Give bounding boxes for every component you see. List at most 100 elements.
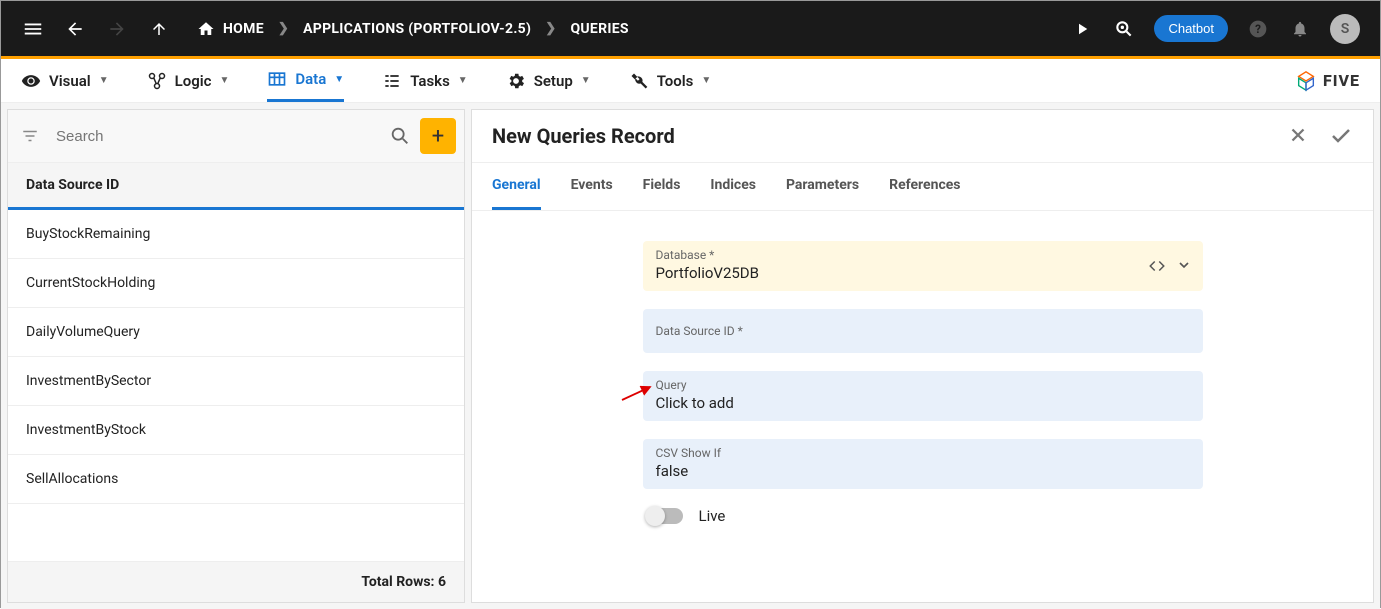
chevron-down-icon: ▼: [581, 75, 591, 86]
body: + Data Source ID BuyStockRemaining Curre…: [1, 103, 1380, 609]
chevron-down-icon: ▼: [99, 75, 109, 86]
tab-logic[interactable]: Logic ▼: [147, 59, 230, 102]
list-item[interactable]: BuyStockRemaining: [8, 210, 464, 259]
live-toggle-row: Live: [643, 507, 1203, 525]
database-field-actions: [1148, 257, 1192, 275]
chevron-down-icon: ▼: [458, 75, 468, 86]
list-column-header[interactable]: Data Source ID: [8, 163, 464, 210]
form-header: New Queries Record: [472, 110, 1373, 163]
form-title: New Queries Record: [492, 124, 675, 148]
avatar[interactable]: S: [1330, 14, 1360, 44]
list-footer: Total Rows: 6: [8, 561, 464, 602]
tab-visual-label: Visual: [49, 72, 91, 90]
add-button[interactable]: +: [420, 118, 456, 154]
breadcrumb-app-label: APPLICATIONS (PORTFOLIOV-2.5): [303, 21, 531, 37]
breadcrumb-page-label: QUERIES: [570, 21, 628, 37]
chevron-down-icon: ▼: [219, 75, 229, 86]
tab-visual[interactable]: Visual ▼: [21, 59, 109, 102]
datasource-field[interactable]: Data Source ID *: [643, 309, 1203, 353]
query-value: Click to add: [656, 394, 1190, 412]
plus-icon: +: [432, 124, 444, 149]
tab-setup[interactable]: Setup ▼: [506, 59, 591, 102]
toggle-knob: [645, 506, 665, 526]
chevron-down-icon[interactable]: [1176, 257, 1192, 275]
tab-data-label: Data: [295, 70, 326, 88]
datasource-label: Data Source ID *: [656, 324, 1190, 338]
database-value: PortfolioV25DB: [656, 264, 1190, 282]
tab-logic-label: Logic: [175, 72, 212, 90]
breadcrumb-home-label: HOME: [223, 21, 264, 37]
chevron-right-icon: ❯: [545, 21, 556, 36]
form-header-actions: [1287, 124, 1353, 148]
form-fields: Database * PortfolioV25DB Data Source ID…: [643, 241, 1203, 572]
tab-events[interactable]: Events: [571, 163, 613, 210]
logo-icon: [1295, 70, 1317, 92]
play-icon[interactable]: [1070, 17, 1094, 41]
tab-tasks-label: Tasks: [410, 72, 450, 90]
tab-parameters[interactable]: Parameters: [786, 163, 859, 210]
logo-text: FIVE: [1323, 71, 1360, 90]
form-tabs: General Events Fields Indices Parameters…: [472, 163, 1373, 211]
tab-indices[interactable]: Indices: [710, 163, 756, 210]
database-label: Database *: [656, 248, 1190, 262]
tasks-icon: [382, 71, 402, 91]
csv-label: CSV Show If: [656, 446, 1190, 460]
topbar-left: HOME ❯ APPLICATIONS (PORTFOLIOV-2.5) ❯ Q…: [21, 17, 629, 41]
forward-icon: [105, 17, 129, 41]
tab-tools[interactable]: Tools ▼: [629, 59, 712, 102]
chatbot-button[interactable]: Chatbot: [1154, 15, 1228, 42]
search-input[interactable]: [50, 122, 380, 151]
live-toggle[interactable]: [647, 508, 683, 524]
search-global-icon[interactable]: [1112, 17, 1136, 41]
list-item[interactable]: SellAllocations: [8, 455, 464, 504]
right-pane: New Queries Record General Events Fields…: [471, 109, 1374, 603]
csv-field[interactable]: CSV Show If false: [643, 439, 1203, 489]
eye-icon: [21, 71, 41, 91]
home-icon: [197, 20, 215, 38]
table-icon: [267, 69, 287, 89]
breadcrumb: HOME ❯ APPLICATIONS (PORTFOLIOV-2.5) ❯ Q…: [197, 20, 629, 38]
topbar-right: Chatbot ? S: [1070, 14, 1360, 44]
tab-tools-label: Tools: [657, 72, 694, 90]
gear-icon: [506, 71, 526, 91]
list-item[interactable]: InvestmentByStock: [8, 406, 464, 455]
topbar: HOME ❯ APPLICATIONS (PORTFOLIOV-2.5) ❯ Q…: [1, 1, 1380, 56]
chevron-down-icon: ▼: [334, 74, 344, 85]
tab-setup-label: Setup: [534, 72, 573, 90]
tab-references[interactable]: References: [889, 163, 960, 210]
csv-value: false: [656, 462, 1190, 480]
bell-icon[interactable]: [1288, 17, 1312, 41]
code-icon[interactable]: [1148, 257, 1166, 275]
list-item[interactable]: DailyVolumeQuery: [8, 308, 464, 357]
tab-general[interactable]: General: [492, 163, 541, 210]
logo: FIVE: [1295, 70, 1360, 92]
logic-icon: [147, 71, 167, 91]
list-item[interactable]: InvestmentBySector: [8, 357, 464, 406]
breadcrumb-home[interactable]: HOME: [197, 20, 264, 38]
query-label: Query: [656, 378, 1190, 392]
svg-text:?: ?: [1255, 22, 1261, 36]
tab-fields[interactable]: Fields: [643, 163, 681, 210]
tab-tasks[interactable]: Tasks ▼: [382, 59, 468, 102]
menu-icon[interactable]: [21, 17, 45, 41]
search-icon[interactable]: [386, 125, 414, 147]
main-tabs: Visual ▼ Logic ▼ Data ▼ Tasks ▼ Setup ▼ …: [1, 59, 1380, 103]
back-icon[interactable]: [63, 17, 87, 41]
tab-data[interactable]: Data ▼: [267, 59, 344, 102]
close-icon[interactable]: [1287, 124, 1309, 148]
search-row: +: [8, 110, 464, 163]
live-label: Live: [699, 507, 726, 525]
tools-icon: [629, 71, 649, 91]
breadcrumb-app[interactable]: APPLICATIONS (PORTFOLIOV-2.5): [303, 21, 531, 37]
query-field[interactable]: Query Click to add: [643, 371, 1203, 421]
check-icon[interactable]: [1329, 124, 1353, 148]
help-icon[interactable]: ?: [1246, 17, 1270, 41]
filter-icon[interactable]: [16, 127, 44, 145]
left-pane: + Data Source ID BuyStockRemaining Curre…: [7, 109, 465, 603]
breadcrumb-page[interactable]: QUERIES: [570, 21, 628, 37]
list-item[interactable]: CurrentStockHolding: [8, 259, 464, 308]
chevron-down-icon: ▼: [701, 75, 711, 86]
database-field[interactable]: Database * PortfolioV25DB: [643, 241, 1203, 291]
form-body: Database * PortfolioV25DB Data Source ID…: [472, 211, 1373, 602]
up-icon[interactable]: [147, 17, 171, 41]
